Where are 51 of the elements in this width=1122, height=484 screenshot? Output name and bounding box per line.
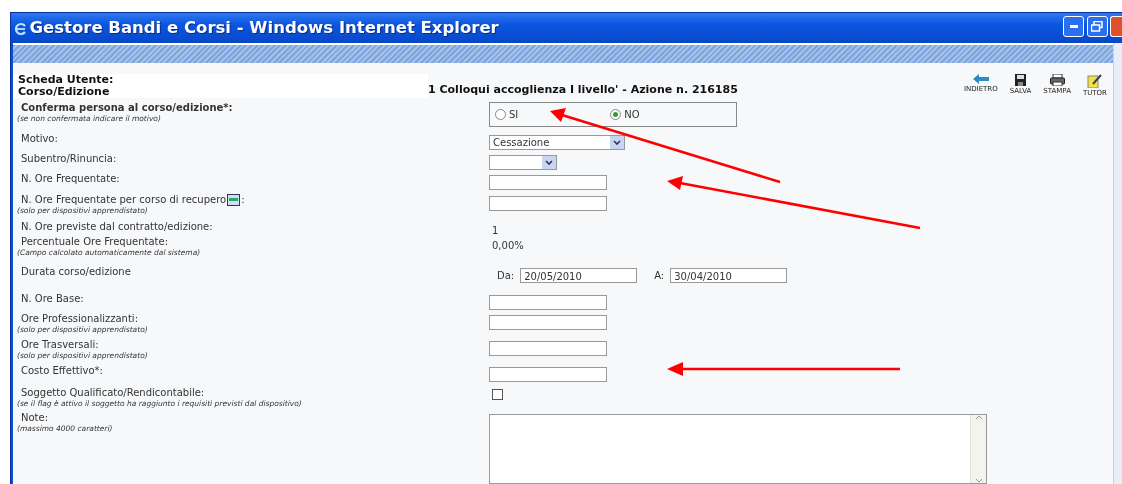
input-field[interactable]	[489, 196, 607, 211]
scrollbar[interactable]	[1113, 43, 1122, 484]
field-label: N. Ore Frequentate:	[21, 173, 120, 184]
text-area[interactable]	[489, 414, 987, 484]
field-label: Motivo:	[21, 133, 58, 144]
field-label: Ore Trasversali:	[21, 339, 99, 350]
dropdown[interactable]	[489, 155, 557, 170]
scroll-down-icon	[974, 478, 983, 483]
date-field[interactable]: 20/05/2010	[520, 268, 638, 283]
input-field[interactable]	[489, 341, 607, 356]
input-field[interactable]	[489, 315, 607, 330]
header-label: Corso/Edizione	[18, 86, 111, 98]
header-label: Scheda Utente:	[18, 74, 115, 86]
field-label: N. Ore previste dal contratto/edizione:	[21, 221, 213, 232]
document-icon	[227, 194, 241, 206]
field-label: Ore Professionalizzanti:	[21, 313, 138, 324]
date-label: Da:	[497, 269, 515, 283]
field-label: Subentro/Rinuncia:	[21, 153, 117, 164]
save-icon	[1015, 73, 1027, 86]
window-title: Gestore Bandi e Corsi - Windows Internet Explorer	[29, 16, 499, 39]
minimize-button[interactable]	[1063, 15, 1084, 37]
field-value: 1	[492, 224, 500, 238]
dropdown[interactable]: Cessazione	[489, 135, 625, 150]
restore-icon	[1091, 20, 1103, 32]
restore-button[interactable]	[1086, 15, 1108, 37]
checkbox[interactable]	[492, 389, 503, 400]
field-label: Costo Effettivo*:	[21, 365, 103, 376]
course-title: 1 Colloqui accoglienza I livello' - Azione n. 216185	[428, 81, 739, 98]
close-button[interactable]	[1110, 15, 1122, 37]
field-value: 0,00%	[492, 239, 525, 253]
field-label: Soggetto Qualificato/Rendicontabile:	[21, 387, 205, 398]
label-colon: :	[241, 194, 245, 205]
field-label: Durata corso/edizione	[21, 266, 131, 277]
note-edit-icon	[1087, 73, 1103, 88]
field-label: Percentuale Ore Frequentate:	[21, 236, 169, 247]
scroll-up-icon	[974, 415, 983, 420]
input-field[interactable]	[489, 295, 607, 310]
radio-option[interactable]: SI	[495, 107, 519, 122]
field-label: Note:	[21, 412, 49, 423]
field-label: Conferma persona al corso/edizione*:	[21, 102, 233, 113]
date-field[interactable]: 30/04/2010	[670, 268, 788, 283]
back-arrow-icon	[972, 73, 989, 84]
minimize-icon	[1069, 24, 1078, 28]
browser-logo-icon	[15, 21, 27, 36]
field-label: N. Ore Base:	[21, 293, 84, 304]
field-label: N. Ore Frequentate per corso di recupero	[21, 194, 227, 205]
radio-option[interactable]: NO	[610, 107, 640, 122]
printer-icon	[1049, 73, 1065, 86]
date-label: A:	[654, 269, 665, 283]
input-field[interactable]	[489, 175, 607, 190]
input-field[interactable]	[489, 367, 607, 382]
